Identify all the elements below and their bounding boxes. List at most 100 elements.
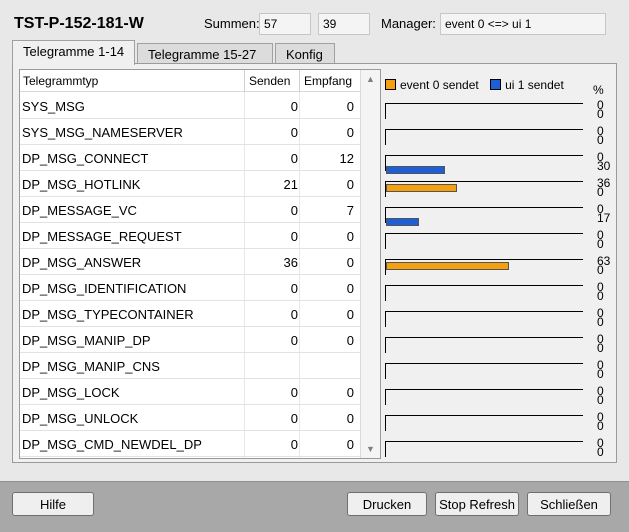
- summen-label: Summen:: [204, 16, 260, 31]
- data-label-recv: 0: [597, 367, 604, 381]
- bar-recv: [386, 218, 419, 226]
- chart-baseline: [385, 259, 583, 260]
- table-header: Telegrammtyp Senden Empfang: [20, 70, 360, 92]
- column-divider[interactable]: [244, 70, 245, 92]
- bar-recv: [386, 166, 445, 174]
- table-row[interactable]: SYS_MSG 0 0: [20, 93, 360, 119]
- column-header-send[interactable]: Senden: [249, 74, 299, 88]
- chart-row: 00: [385, 409, 613, 435]
- row-send-cell: 0: [290, 229, 298, 244]
- row-type-cell: DP_MSG_UNLOCK: [22, 411, 139, 426]
- chart-axis-line: [385, 311, 386, 327]
- table-row[interactable]: DP_MSG_ANSWER 36 0: [20, 249, 360, 275]
- bar-send: [386, 184, 457, 192]
- column-divider[interactable]: [299, 70, 300, 92]
- table-row[interactable]: DP_MSG_LOCK 0 0: [20, 379, 360, 405]
- row-send-cell: 21: [283, 177, 298, 192]
- tab-telegramme-1-14[interactable]: Telegramme 1-14: [12, 40, 135, 65]
- row-recv-cell: 0: [346, 99, 354, 114]
- table-row[interactable]: DP_MSG_IDENTIFICATION 0 0: [20, 275, 360, 301]
- chart-baseline: [385, 337, 583, 338]
- chart-baseline: [385, 441, 583, 442]
- row-type-cell: DP_MSG_CONNECT: [22, 151, 149, 166]
- row-recv-cell: 0: [346, 255, 354, 270]
- table-row[interactable]: DP_MESSAGE_VC 0 7: [20, 197, 360, 223]
- chart-row: 00: [385, 331, 613, 357]
- table-row[interactable]: DP_MSG_CMD_NEWDEL_DP 0 0: [20, 431, 360, 457]
- print-button[interactable]: Drucken: [347, 492, 427, 516]
- data-label-recv: 0: [597, 263, 604, 277]
- chart-axis-line: [385, 363, 386, 379]
- row-recv-cell: 12: [339, 151, 354, 166]
- tab-konfig[interactable]: Konfig: [275, 43, 335, 64]
- table-row[interactable]: DP_MESSAGE_REQUEST 0 0: [20, 223, 360, 249]
- legend-item-recv: ui 1 sendet: [490, 78, 564, 92]
- chart-baseline: [385, 103, 583, 104]
- chart-axis-line: [385, 103, 386, 119]
- chart-row: 0 30: [385, 149, 613, 175]
- data-label-recv: 0: [597, 419, 604, 433]
- table-row[interactable]: DP_MSG_TYPECONTAINER 0 0: [20, 301, 360, 327]
- data-label-recv: 0: [597, 289, 604, 303]
- chart-legend: event 0 sendet ui 1 sendet: [385, 78, 572, 92]
- chart-row: 63 0: [385, 253, 613, 279]
- tab-telegramme-15-27[interactable]: Telegramme 15-27: [137, 43, 273, 64]
- row-type-cell: DP_MSG_LOCK: [22, 385, 120, 400]
- data-label-recv: 17: [597, 211, 611, 225]
- chart-axis-line: [385, 415, 386, 431]
- chart-row: 00: [385, 357, 613, 383]
- chart-baseline: [385, 155, 583, 156]
- data-label-recv: 0: [597, 185, 604, 199]
- table-row[interactable]: DP_MSG_UNLOCK 0 0: [20, 405, 360, 431]
- scroll-up-icon[interactable]: ▲: [366, 74, 375, 84]
- column-header-type[interactable]: Telegrammtyp: [23, 74, 243, 88]
- column-header-recv[interactable]: Empfang: [304, 74, 357, 88]
- table-row[interactable]: SYS_MSG_NAMESERVER 0 0: [20, 119, 360, 145]
- legend-label-recv: ui 1 sendet: [505, 78, 564, 92]
- data-label-recv: 30: [597, 159, 611, 173]
- table-row[interactable]: DP_MSG_HOTLINK 21 0: [20, 171, 360, 197]
- row-send-cell: 0: [290, 151, 298, 166]
- button-bar: Hilfe Drucken Stop Refresh Schließen: [0, 481, 629, 532]
- stop-refresh-button[interactable]: Stop Refresh: [435, 492, 519, 516]
- row-type-cell: DP_MSG_ANSWER: [22, 255, 142, 270]
- close-button[interactable]: Schließen: [527, 492, 611, 516]
- table-row[interactable]: DP_MSG_CONNECT 0 12: [20, 145, 360, 171]
- chart-axis-line: [385, 389, 386, 405]
- chart-baseline: [385, 389, 583, 390]
- row-type-cell: SYS_MSG_NAMESERVER: [22, 125, 183, 140]
- row-type-cell: SYS_MSG: [22, 99, 85, 114]
- row-send-cell: 0: [290, 125, 298, 140]
- table-row[interactable]: DP_MSG_MANIP_DP 0 0: [20, 327, 360, 353]
- chart-axis-line: [385, 285, 386, 301]
- data-label-recv: 0: [597, 341, 604, 355]
- chart-row: 36 0: [385, 175, 613, 201]
- help-button[interactable]: Hilfe: [12, 492, 94, 516]
- chart-baseline: [385, 415, 583, 416]
- main-panel: Telegrammtyp Senden Empfang SYS_MSG 0 0 SYS…: [12, 63, 617, 463]
- row-send-cell: 0: [290, 281, 298, 296]
- row-send-cell: 0: [290, 411, 298, 426]
- row-send-cell: 36: [283, 255, 298, 270]
- scroll-down-icon[interactable]: ▼: [366, 444, 375, 454]
- manager-field: event 0 <=> ui 1: [440, 13, 606, 35]
- row-type-cell: DP_MESSAGE_REQUEST: [22, 229, 182, 244]
- chart-row: 00: [385, 227, 613, 253]
- table-scrollbar[interactable]: ▲ ▼: [360, 70, 380, 458]
- row-recv-cell: 0: [346, 437, 354, 452]
- row-type-cell: DP_MSG_HOTLINK: [22, 177, 141, 192]
- row-send-cell: 0: [290, 307, 298, 322]
- row-send-cell: 0: [290, 437, 298, 452]
- telegram-chart: event 0 sendet ui 1 sendet % 0 0 0 0 0 30 36 0 0…: [385, 69, 613, 459]
- data-label-recv: 0: [597, 133, 604, 147]
- legend-swatch-recv: [490, 79, 502, 90]
- chart-baseline: [385, 129, 583, 130]
- row-type-cell: DP_MSG_MANIP_CNS: [22, 359, 160, 374]
- row-type-cell: DP_MSG_CMD_NEWDEL_DP: [22, 437, 202, 452]
- table-row[interactable]: DP_MSG_MANIP_CNS: [20, 353, 360, 379]
- row-send-cell: 0: [290, 203, 298, 218]
- chart-baseline: [385, 207, 583, 208]
- row-recv-cell: 0: [346, 333, 354, 348]
- chart-axis-line: [385, 233, 386, 249]
- data-label-recv: 0: [597, 315, 604, 329]
